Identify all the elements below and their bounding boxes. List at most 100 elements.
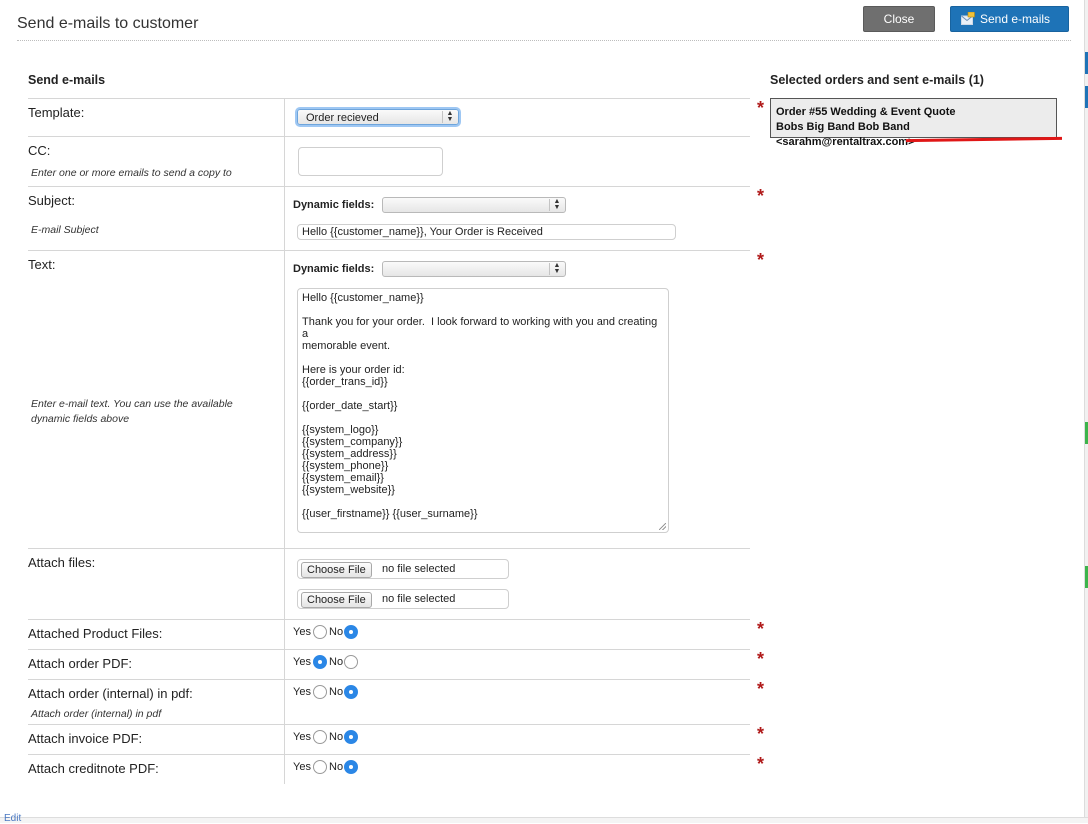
required-star-icon: * bbox=[757, 679, 765, 699]
yes-label: Yes bbox=[293, 656, 311, 668]
email-text-line: {{system_address}} bbox=[302, 448, 397, 460]
form-row-divider bbox=[28, 724, 750, 725]
email-text-line bbox=[302, 352, 664, 364]
selected-orders-heading: Selected orders and sent e-mails (1) bbox=[770, 73, 984, 87]
form-row-divider bbox=[28, 649, 750, 650]
cc-label: CC: bbox=[28, 143, 51, 158]
file-input-2[interactable]: Choose File no file selected bbox=[297, 589, 509, 609]
background-page-edge bbox=[1084, 0, 1088, 822]
form-row-divider bbox=[28, 136, 750, 137]
required-star-icon: * bbox=[757, 186, 765, 206]
yes-radio[interactable] bbox=[313, 730, 327, 744]
email-text-line: {{system_website}} bbox=[302, 484, 395, 496]
form-row-divider bbox=[28, 250, 750, 251]
text-dynamic-fields-select[interactable]: ▲ ▼ bbox=[382, 261, 566, 277]
order-title: Order #55 Wedding & Event Quote bbox=[776, 106, 956, 118]
select-arrows-icon: ▲ ▼ bbox=[442, 110, 457, 123]
file-status: no file selected bbox=[382, 563, 456, 575]
email-text-line: {{system_email}} bbox=[302, 472, 384, 484]
yes-label: Yes bbox=[293, 626, 311, 638]
no-radio[interactable] bbox=[344, 655, 358, 669]
no-radio[interactable] bbox=[344, 760, 358, 774]
form-row-divider bbox=[28, 186, 750, 187]
email-text-line: {{user_firstname}} {{user_surname}} bbox=[302, 508, 478, 520]
choose-file-button[interactable]: Choose File bbox=[301, 562, 372, 578]
email-text-line: {{system_phone}} bbox=[302, 460, 389, 472]
text-dynamic-fields-label: Dynamic fields: bbox=[293, 263, 375, 275]
order-customer: Bobs Big Band Bob Band <sarahm@rentaltra… bbox=[776, 121, 915, 148]
file-input-1[interactable]: Choose File no file selected bbox=[297, 559, 509, 579]
no-label: No bbox=[329, 656, 344, 668]
yes-label: Yes bbox=[293, 731, 311, 743]
subject-label: Subject: bbox=[28, 193, 75, 208]
form-column-divider bbox=[284, 98, 285, 784]
required-star-icon: * bbox=[757, 98, 765, 118]
required-star-icon: * bbox=[757, 250, 765, 270]
email-text-line: {{order_date_start}} bbox=[302, 400, 398, 412]
text-label: Text: bbox=[28, 257, 56, 272]
yes-radio[interactable] bbox=[313, 685, 327, 699]
text-hint-line-2: dynamic fields above bbox=[31, 413, 130, 425]
subject-dynamic-fields-label: Dynamic fields: bbox=[293, 199, 375, 211]
subject-dynamic-fields-select[interactable]: ▲ ▼ bbox=[382, 197, 566, 213]
selected-order-card[interactable]: Order #55 Wedding & Event Quote Bobs Big… bbox=[770, 98, 1057, 148]
email-text-line: {{order_trans_id}} bbox=[302, 376, 388, 388]
attach-order-internal-label: Attach order (internal) in pdf: bbox=[28, 686, 193, 701]
template-select[interactable]: Order recieved ▲ ▼ bbox=[297, 109, 459, 125]
email-text-area[interactable]: Hello {{customer_name}} Thank you for you… bbox=[297, 288, 669, 533]
yes-radio[interactable] bbox=[313, 760, 327, 774]
no-label: No bbox=[329, 626, 344, 638]
no-label: No bbox=[329, 686, 344, 698]
select-arrows-icon: ▲ ▼ bbox=[549, 262, 564, 275]
attach-order-internal-hint: Attach order (internal) in pdf bbox=[31, 708, 162, 720]
select-arrows-icon: ▲ ▼ bbox=[549, 198, 564, 211]
email-text-line: {{system_company}} bbox=[302, 436, 403, 448]
email-text-line bbox=[302, 304, 664, 316]
choose-file-button[interactable]: Choose File bbox=[301, 592, 372, 608]
background-edit-link[interactable]: Edit bbox=[4, 813, 21, 824]
resize-grip-icon[interactable] bbox=[659, 523, 666, 530]
email-text-line: Thank you for your order. I look forward… bbox=[302, 316, 661, 340]
subject-input[interactable]: Hello {{customer_name}}, Your Order is R… bbox=[297, 224, 676, 240]
no-label: No bbox=[329, 761, 344, 773]
file-status: no file selected bbox=[382, 593, 456, 605]
yes-label: Yes bbox=[293, 761, 311, 773]
template-select-value: Order recieved bbox=[306, 112, 379, 124]
subject-hint: E-mail Subject bbox=[31, 224, 99, 236]
yes-radio[interactable] bbox=[313, 625, 327, 639]
attach-creditnote-pdf-label: Attach creditnote PDF: bbox=[28, 761, 159, 776]
email-text-line bbox=[302, 412, 664, 424]
attach-order-pdf-label: Attach order PDF: bbox=[28, 656, 133, 671]
no-label: No bbox=[329, 731, 344, 743]
send-emails-button[interactable]: Send e-mails bbox=[950, 6, 1069, 32]
dialog-header: Send e-mails to customer Close Send e-ma… bbox=[17, 0, 1071, 41]
close-button[interactable]: Close bbox=[863, 6, 935, 32]
no-radio[interactable] bbox=[344, 625, 358, 639]
email-text-line: Hello {{customer_name}} bbox=[302, 292, 424, 304]
no-radio[interactable] bbox=[344, 730, 358, 744]
yes-radio[interactable] bbox=[313, 655, 327, 669]
cc-input[interactable] bbox=[298, 147, 443, 176]
required-star-icon: * bbox=[757, 649, 765, 669]
required-star-icon: * bbox=[757, 619, 765, 639]
send-mail-icon bbox=[961, 12, 975, 25]
form-row-divider bbox=[28, 619, 750, 620]
attach-invoice-pdf-label: Attach invoice PDF: bbox=[28, 731, 143, 746]
background-bottom-strip bbox=[0, 817, 1088, 823]
form-row-divider bbox=[28, 548, 750, 549]
form-row-divider bbox=[28, 98, 750, 99]
email-text-line: memorable event. bbox=[302, 340, 391, 352]
attach-files-label: Attach files: bbox=[28, 555, 96, 570]
email-text-line bbox=[302, 496, 664, 508]
form-row-divider bbox=[28, 754, 750, 755]
email-text-line: {{system_logo}} bbox=[302, 424, 379, 436]
no-radio[interactable] bbox=[344, 685, 358, 699]
email-text-line: Here is your order id: bbox=[302, 364, 405, 376]
dialog-title: Send e-mails to customer bbox=[17, 15, 199, 32]
template-label: Template: bbox=[28, 105, 85, 120]
send-emails-label: Send e-mails bbox=[980, 12, 1051, 26]
attached-product-files-label: Attached Product Files: bbox=[28, 626, 163, 641]
text-hint-line-1: Enter e-mail text. You can use the avail… bbox=[31, 398, 233, 410]
form-row-divider bbox=[28, 679, 750, 680]
send-emails-heading: Send e-mails bbox=[28, 73, 106, 87]
